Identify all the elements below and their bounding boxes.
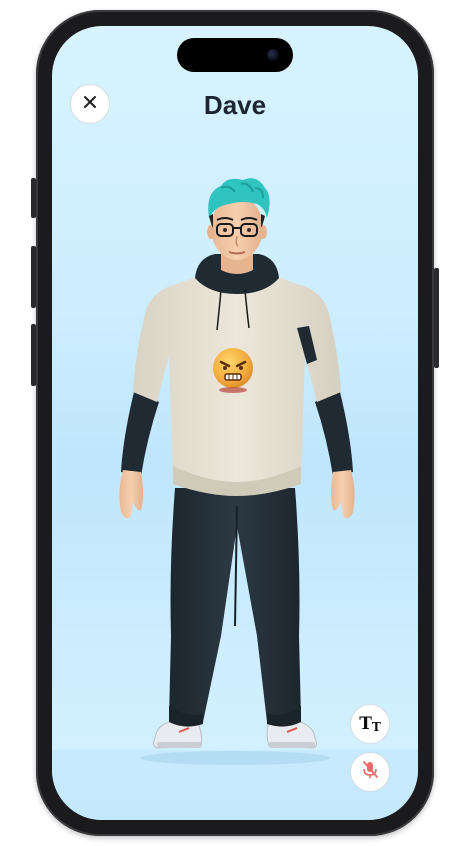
- text-size-icon: TT: [359, 713, 381, 734]
- phone-volume-down-button: [31, 324, 36, 386]
- text-size-glyph-big: T: [359, 713, 372, 734]
- microphone-muted-icon: [361, 760, 379, 785]
- avatar-figure: [117, 166, 357, 766]
- phone-power-button: [434, 268, 439, 368]
- text-size-glyph-small: T: [371, 719, 381, 734]
- phone-volume-up-button: [31, 246, 36, 308]
- microphone-mute-button[interactable]: [350, 752, 390, 792]
- dynamic-island: [177, 38, 293, 72]
- page-title: Dave: [203, 90, 267, 120]
- text-size-button[interactable]: TT: [350, 704, 390, 744]
- phone-action-button: [31, 178, 36, 218]
- front-camera: [267, 49, 279, 61]
- screen: Dave T T: [52, 26, 418, 820]
